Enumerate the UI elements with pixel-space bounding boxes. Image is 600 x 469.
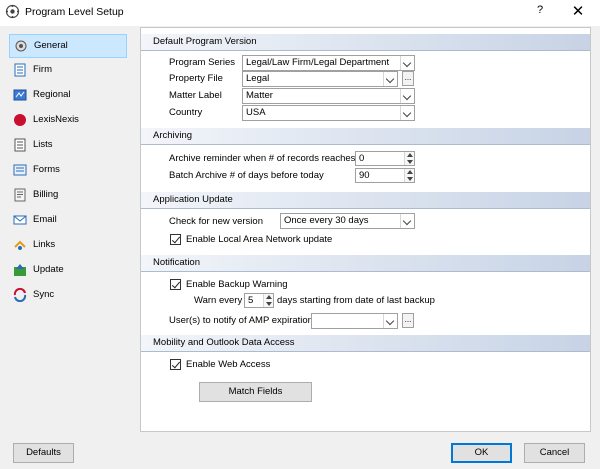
sync-icon: [13, 288, 27, 302]
document-icon: [14, 63, 26, 77]
notify-users-browse-button[interactable]: ...: [402, 313, 414, 328]
sidebar-item-label: Update: [33, 264, 64, 275]
ok-button[interactable]: OK: [451, 443, 512, 463]
sidebar-item-forms[interactable]: Forms: [9, 159, 127, 183]
close-button[interactable]: ✕: [568, 2, 588, 20]
spin-up-icon: [266, 295, 272, 299]
help-button[interactable]: ?: [532, 4, 548, 16]
spin-up-icon: [407, 170, 413, 174]
warn-every-value: 5: [248, 295, 254, 306]
sidebar-item-label: General: [34, 40, 68, 51]
email-icon: [13, 215, 27, 225]
list-icon: [14, 138, 26, 152]
match-fields-button[interactable]: Match Fields: [199, 382, 312, 402]
archive-reminder-label: Archive reminder when # of records reach…: [169, 153, 356, 164]
sidebar-item-label: Links: [33, 239, 56, 250]
cancel-button[interactable]: Cancel: [524, 443, 585, 463]
matter-label-label: Matter Label: [169, 90, 222, 101]
sidebar-nav: General Firm Regional LexisNexis Lists F…: [0, 26, 136, 432]
spin-down-icon: [266, 302, 272, 306]
window-title: Program Level Setup: [25, 6, 124, 18]
sidebar-item-sync[interactable]: Sync: [9, 284, 127, 308]
lan-update-checkbox[interactable]: [170, 234, 181, 245]
backup-warning-label: Enable Backup Warning: [186, 279, 288, 290]
backup-warning-checkbox[interactable]: [170, 279, 181, 290]
link-icon: [14, 240, 26, 250]
web-access-checkbox[interactable]: [170, 359, 181, 370]
property-file-label: Property File: [169, 73, 223, 84]
form-icon: [13, 164, 27, 176]
batch-archive-label: Batch Archive # of days before today: [169, 170, 324, 181]
property-file-value: Legal: [246, 73, 270, 84]
sidebar-item-regional[interactable]: Regional: [9, 84, 127, 108]
program-series-dropdown[interactable]: Legal/Law Firm/Legal Department: [242, 55, 415, 71]
country-value: USA: [246, 107, 266, 118]
chevron-down-icon: [400, 56, 414, 70]
sidebar-item-label: Forms: [33, 164, 60, 175]
billing-icon: [14, 188, 26, 202]
program-series-value: Legal/Law Firm/Legal Department: [246, 57, 390, 68]
chevron-down-icon: [400, 214, 414, 228]
batch-archive-spinner[interactable]: 90: [355, 168, 415, 183]
section-header-archiving: Archiving: [141, 128, 590, 145]
warn-every-spinner[interactable]: 5: [244, 293, 274, 308]
check-version-dropdown[interactable]: Once every 30 days: [280, 213, 415, 229]
section-header-mobility: Mobility and Outlook Data Access: [141, 335, 590, 352]
sidebar-item-lexisnexis[interactable]: LexisNexis: [9, 109, 127, 133]
notify-users-dropdown[interactable]: [311, 313, 398, 329]
settings-panel: Default Program Version Program Series L…: [140, 27, 591, 432]
sidebar-item-label: Lists: [33, 139, 53, 150]
batch-archive-value: 90: [359, 170, 370, 181]
sidebar-item-update[interactable]: Update: [9, 259, 127, 283]
spinner-buttons[interactable]: [404, 152, 414, 165]
property-file-browse-button[interactable]: ...: [402, 71, 414, 86]
property-file-dropdown[interactable]: Legal: [242, 71, 398, 87]
spin-down-icon: [407, 177, 413, 181]
sidebar-item-lists[interactable]: Lists: [9, 134, 127, 158]
archive-reminder-spinner[interactable]: 0: [355, 151, 415, 166]
gear-icon: [15, 40, 27, 52]
lexisnexis-icon: [14, 114, 26, 126]
warn-days-suffix: days starting from date of last backup: [277, 295, 435, 306]
web-access-label: Enable Web Access: [186, 359, 271, 370]
defaults-button[interactable]: Defaults: [13, 443, 74, 463]
check-version-label: Check for new version: [169, 216, 263, 227]
spinner-buttons[interactable]: [263, 294, 273, 307]
section-header-application-update: Application Update: [141, 192, 590, 209]
sidebar-item-label: LexisNexis: [33, 114, 79, 125]
chevron-down-icon: [400, 89, 414, 103]
sidebar-item-label: Email: [33, 214, 57, 225]
program-series-label: Program Series: [169, 57, 235, 68]
sidebar-item-label: Regional: [33, 89, 71, 100]
matter-label-value: Matter: [246, 90, 273, 101]
sidebar-item-label: Firm: [33, 64, 52, 75]
matter-label-dropdown[interactable]: Matter: [242, 88, 415, 104]
country-dropdown[interactable]: USA: [242, 105, 415, 121]
chevron-down-icon: [383, 72, 397, 86]
spin-down-icon: [407, 160, 413, 164]
check-version-value: Once every 30 days: [284, 215, 369, 226]
archive-reminder-value: 0: [359, 153, 365, 164]
sidebar-item-label: Billing: [33, 189, 59, 200]
warn-every-label: Warn every: [194, 295, 243, 306]
chevron-down-icon: [383, 314, 397, 328]
country-label: Country: [169, 107, 203, 118]
sidebar-item-links[interactable]: Links: [9, 234, 127, 258]
sidebar-item-billing[interactable]: Billing: [9, 184, 127, 208]
app-icon: [5, 4, 20, 19]
spin-up-icon: [407, 153, 413, 157]
sidebar-item-label: Sync: [33, 289, 55, 300]
lan-update-label: Enable Local Area Network update: [186, 234, 333, 245]
update-icon: [14, 264, 26, 276]
sidebar-item-firm[interactable]: Firm: [9, 59, 127, 83]
section-header-notification: Notification: [141, 255, 590, 272]
notify-users-label: User(s) to notify of AMP expiration: [169, 315, 313, 326]
spinner-buttons[interactable]: [404, 169, 414, 182]
sidebar-item-email[interactable]: Email: [9, 209, 127, 233]
section-header-default-program-version: Default Program Version: [141, 34, 590, 51]
sidebar-item-general[interactable]: General: [9, 34, 127, 58]
chevron-down-icon: [400, 106, 414, 120]
map-icon: [13, 89, 27, 101]
